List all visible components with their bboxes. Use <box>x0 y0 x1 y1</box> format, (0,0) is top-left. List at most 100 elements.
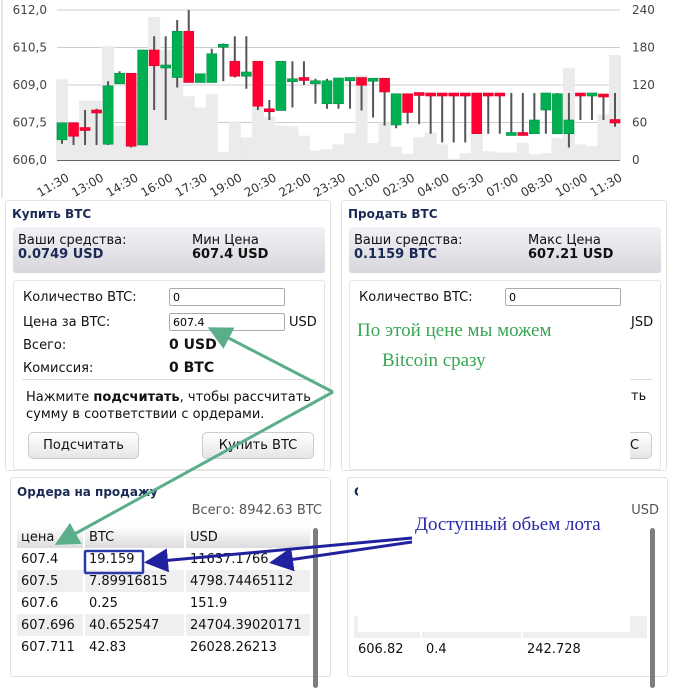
qty-label: Количество BTC: <box>23 290 137 305</box>
time-tick-label: 23:30 <box>311 170 348 198</box>
candle-body <box>310 80 321 85</box>
volume-bar <box>251 106 264 160</box>
candle-body <box>609 119 621 124</box>
calculate-button[interactable]: Подсчитать <box>28 432 139 459</box>
candle-body <box>459 92 471 97</box>
volume-bar <box>528 154 541 160</box>
time-tick-label: 13:00 <box>69 170 106 198</box>
candle-body <box>275 60 287 111</box>
candle-body <box>56 122 68 141</box>
table-row[interactable]: 607.711 42.83 26028.26213 <box>17 636 312 658</box>
volume-bar <box>113 125 126 160</box>
btc-cell: 0.25 <box>89 595 118 611</box>
sell-summary: Ваши средства: 0.1159 BTC Макс Цена 607.… <box>349 227 661 273</box>
fee-label: Комиссия: <box>23 361 94 376</box>
col-usd[interactable]: USD <box>186 526 310 548</box>
candle-body <box>287 78 298 83</box>
usd-cell: 4798.74465112 <box>186 570 310 592</box>
candle-body <box>137 49 148 146</box>
qty-input[interactable] <box>169 288 285 306</box>
volume-bar <box>505 152 518 160</box>
price-volume-chart: 612,0 240 610,5 180 609,0 120 607,5 60 606,0 0 11:… <box>1 0 655 198</box>
time-tick-label: 05:30 <box>449 170 486 198</box>
candle-body <box>125 72 137 147</box>
price-tick-label: 610,5 <box>13 41 47 55</box>
volume-bar <box>585 146 598 160</box>
candle-body <box>356 77 367 86</box>
volume-bar <box>194 107 207 160</box>
volume-bar <box>56 79 68 160</box>
volume-bar <box>309 150 322 160</box>
candle-body <box>563 119 575 135</box>
calc-hint: Нажмите подсчитать, чтобы рассчитать сум… <box>26 389 326 423</box>
candle-body <box>148 49 160 67</box>
total-value: 0 USD <box>169 337 217 353</box>
buy-orders-panel: С USD 606.9960.01046.3127584606.820.4242… <box>347 477 668 688</box>
qty-input[interactable] <box>505 288 621 306</box>
scrollbar[interactable] <box>313 528 318 688</box>
time-tick-label: 10:00 <box>553 170 590 198</box>
min-price-label: Мин Цена <box>192 233 259 248</box>
buy-orders-total: USD <box>631 503 659 518</box>
divider <box>22 379 316 380</box>
buy-btc-button[interactable]: Купить BTC <box>202 432 314 459</box>
table-row[interactable]: 607.6 0.25 151.9 <box>17 592 312 614</box>
candle-body <box>229 60 241 77</box>
candle-body <box>160 64 171 69</box>
volume-bar <box>539 153 552 160</box>
candle-body <box>68 122 79 137</box>
col-btc[interactable]: BTC <box>85 526 184 548</box>
min-price-value: 607.4 USD <box>192 247 269 262</box>
candle-body <box>79 127 91 131</box>
sell-orders-total: Всего: 8942.63 BTC <box>191 503 322 518</box>
volume-bar <box>378 122 391 160</box>
usd-cell: 151.9 <box>190 595 228 611</box>
btc-cell: 40.652547 <box>85 614 184 636</box>
price-tick-label: 606,0 <box>13 153 47 167</box>
price-cell: 607.5 <box>17 570 83 592</box>
table-row[interactable]: 606.82 0.4 242.728 <box>354 638 649 660</box>
buy-form: Количество BTC: Цена за BTC: USD Всего: … <box>13 280 325 470</box>
scrollbar[interactable] <box>650 528 655 688</box>
usd-cell: 242.728 <box>527 641 581 657</box>
table-row[interactable]: 607.4 19.159 11637.1766 <box>17 548 312 570</box>
hint-bold: подсчитать <box>93 390 180 405</box>
unit-price-input[interactable] <box>169 313 285 331</box>
sell-btc-button[interactable]: C <box>630 432 652 459</box>
table-row[interactable]: 607.696 40.652547 24704.39020171 <box>17 614 312 636</box>
sell-form: Количество BTC: JSD ть C <box>349 280 661 470</box>
table-row[interactable]: 607.5 7.89916815 4798.74465112 <box>17 570 312 592</box>
volume-bar <box>551 138 564 160</box>
volume-bar <box>401 153 414 160</box>
candle-body <box>252 60 264 107</box>
hint-text: Нажмите <box>26 390 94 405</box>
time-tick-label: 11:30 <box>35 170 72 198</box>
annotation-green-line1: По этой цене мы можем <box>357 320 552 341</box>
buy-panel: Купить BTC Ваши средства: 0.0749 USD Мин… <box>5 200 331 471</box>
btc-cell: 19.159 <box>89 551 135 567</box>
funds-label: Ваши средства: <box>354 233 463 248</box>
col-price[interactable]: цена <box>17 526 83 548</box>
table-header: цена BTC USD <box>17 526 312 548</box>
volume-bar <box>286 126 299 160</box>
volume-bar <box>574 144 587 160</box>
funds-label: Ваши средства: <box>18 233 127 248</box>
volume-bar <box>274 125 287 160</box>
volume-bar <box>424 132 437 160</box>
btc-cell: 0.4 <box>426 641 447 657</box>
volume-bar <box>436 144 449 160</box>
buy-summary: Ваши средства: 0.0749 USD Мин Цена 607.4… <box>13 227 325 273</box>
volume-bar <box>459 153 472 160</box>
annotation-blue-text: Доступный обьем лота <box>415 514 601 535</box>
candle-body <box>517 132 529 136</box>
volume-bar <box>228 121 241 160</box>
volume-bar <box>447 158 460 160</box>
candle-body <box>448 92 460 97</box>
funds-value: 0.0749 USD <box>18 247 104 262</box>
time-tick-label: 20:30 <box>242 170 279 198</box>
candle-body <box>379 77 390 93</box>
max-price-label: Макс Цена <box>528 233 601 248</box>
buy-title: Купить BTC <box>12 207 92 221</box>
volume-bar <box>597 114 610 160</box>
volume-bar <box>320 149 333 160</box>
